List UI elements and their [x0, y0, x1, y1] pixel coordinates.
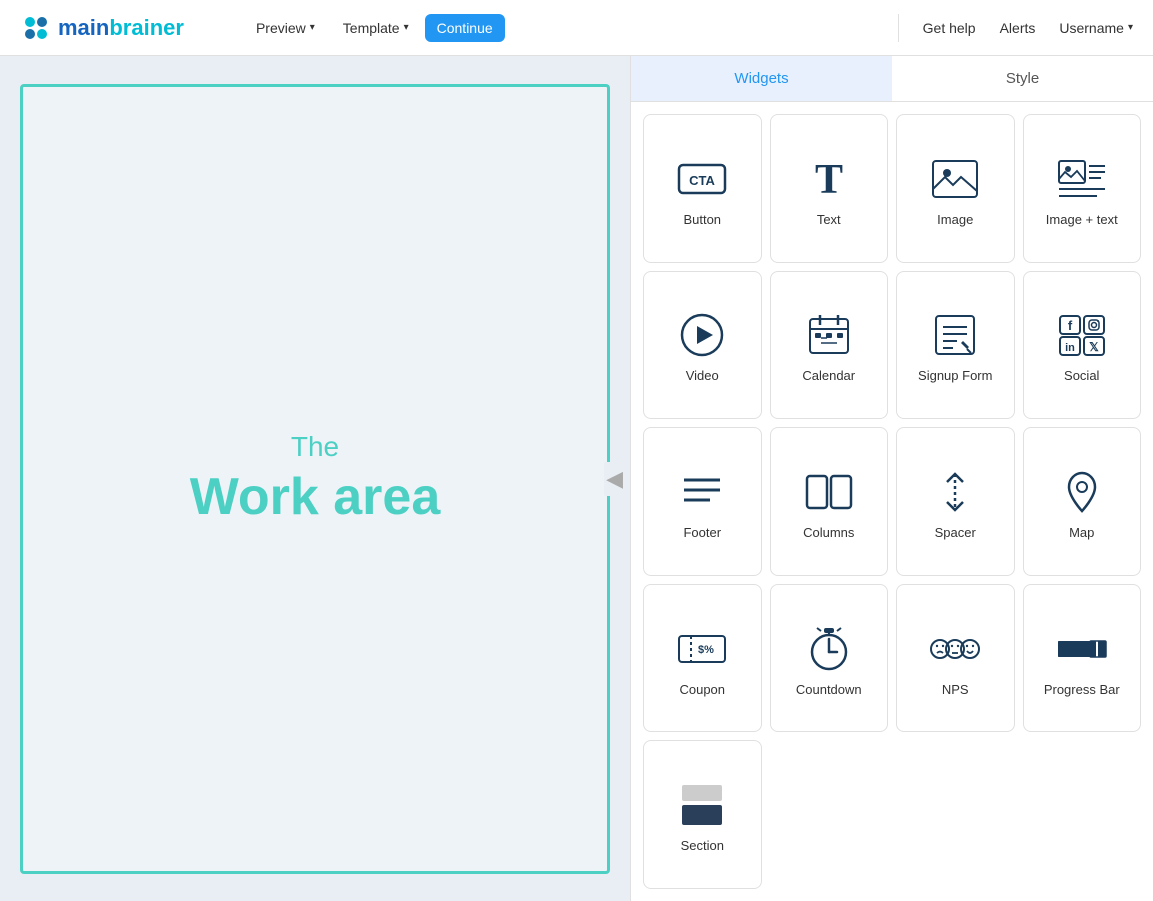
right-panel: Widgets Style CTA Button T: [630, 56, 1153, 901]
widget-countdown[interactable]: Countdown: [770, 584, 889, 733]
nav-preview[interactable]: Preview ▾: [244, 14, 327, 42]
work-area-title-text: Work area: [190, 467, 441, 527]
widget-calendar[interactable]: Calendar: [770, 271, 889, 420]
widget-image-text[interactable]: Image + text: [1023, 114, 1142, 263]
map-icon: [1057, 467, 1107, 517]
footer-icon: [677, 467, 727, 517]
logo-text: mainbrainer: [58, 15, 184, 41]
widget-image[interactable]: Image: [896, 114, 1015, 263]
main-nav: Preview ▾ Template ▾ Continue: [244, 14, 898, 42]
video-icon: [677, 310, 727, 360]
widget-nps-label: NPS: [942, 682, 969, 697]
work-area-the-text: The: [291, 431, 339, 463]
work-area-container: The Work area ◀: [0, 56, 630, 901]
widget-progress-bar[interactable]: Progress Bar: [1023, 584, 1142, 733]
image-icon: [930, 154, 980, 204]
widget-columns[interactable]: Columns: [770, 427, 889, 576]
chevron-down-icon: ▾: [404, 22, 409, 33]
signup-form-icon: [930, 310, 980, 360]
calendar-icon: [804, 310, 854, 360]
widget-signup-form[interactable]: Signup Form: [896, 271, 1015, 420]
widget-section[interactable]: Section: [643, 740, 762, 889]
widget-text[interactable]: T Text: [770, 114, 889, 263]
columns-icon: [804, 467, 854, 517]
widget-section-label: Section: [681, 838, 724, 853]
widget-spacer[interactable]: Spacer: [896, 427, 1015, 576]
alerts-link[interactable]: Alerts: [1000, 20, 1036, 36]
section-icon: [677, 780, 727, 830]
nav-template[interactable]: Template ▾: [331, 14, 421, 42]
header: mainbrainer Preview ▾ Template ▾ Continu…: [0, 0, 1153, 56]
coupon-icon: $%: [677, 624, 727, 674]
username-button[interactable]: Username ▾: [1059, 20, 1133, 36]
widget-spacer-label: Spacer: [935, 525, 976, 540]
widget-countdown-label: Countdown: [796, 682, 862, 697]
widget-map-label: Map: [1069, 525, 1094, 540]
work-area-canvas: The Work area ◀: [20, 84, 610, 874]
svg-text:𝕏: 𝕏: [1089, 340, 1099, 354]
logo: mainbrainer: [20, 12, 184, 44]
widget-button-label: Button: [683, 212, 721, 227]
main-layout: The Work area ◀ Widgets Style CTA Button: [0, 56, 1153, 901]
widgets-grid: CTA Button T Text: [631, 102, 1153, 901]
svg-text:f: f: [1068, 318, 1073, 333]
tab-widgets[interactable]: Widgets: [631, 56, 892, 101]
widget-image-text-label: Image + text: [1046, 212, 1118, 227]
logo-icon: [20, 12, 52, 44]
chevron-down-icon: ▾: [1128, 22, 1133, 33]
image-text-icon: [1057, 154, 1107, 204]
widget-social[interactable]: f in 𝕏 Social: [1023, 271, 1142, 420]
nps-icon: [930, 624, 980, 674]
widget-coupon-label: Coupon: [679, 682, 725, 697]
widget-button[interactable]: CTA Button: [643, 114, 762, 263]
widget-footer[interactable]: Footer: [643, 427, 762, 576]
social-icon: f in 𝕏: [1057, 310, 1107, 360]
widget-video[interactable]: Video: [643, 271, 762, 420]
header-right: Get help Alerts Username ▾: [898, 14, 1133, 42]
widget-progress-bar-label: Progress Bar: [1044, 682, 1120, 697]
widget-calendar-label: Calendar: [802, 368, 855, 383]
countdown-icon: [804, 624, 854, 674]
widget-social-label: Social: [1064, 368, 1099, 383]
chevron-down-icon: ▾: [310, 22, 315, 33]
tab-style[interactable]: Style: [892, 56, 1153, 101]
widget-map[interactable]: Map: [1023, 427, 1142, 576]
svg-text:$%: $%: [698, 644, 714, 656]
widget-footer-label: Footer: [683, 525, 721, 540]
widget-columns-label: Columns: [803, 525, 854, 540]
widget-signup-form-label: Signup Form: [918, 368, 992, 383]
progress-bar-icon: [1057, 624, 1107, 674]
divider: [898, 14, 899, 42]
panel-tabs: Widgets Style: [631, 56, 1153, 102]
widget-video-label: Video: [686, 368, 719, 383]
collapse-panel-arrow[interactable]: ◀: [604, 462, 625, 496]
svg-text:in: in: [1065, 342, 1075, 354]
button-icon: CTA: [677, 154, 727, 204]
text-icon: T: [804, 154, 854, 204]
get-help-link[interactable]: Get help: [923, 20, 976, 36]
widget-coupon[interactable]: $% Coupon: [643, 584, 762, 733]
spacer-icon: [930, 467, 980, 517]
widget-image-label: Image: [937, 212, 973, 227]
svg-text:CTA: CTA: [689, 173, 715, 188]
nav-continue[interactable]: Continue: [425, 14, 505, 42]
svg-text:T: T: [815, 157, 843, 203]
widget-text-label: Text: [817, 212, 841, 227]
widget-nps[interactable]: NPS: [896, 584, 1015, 733]
